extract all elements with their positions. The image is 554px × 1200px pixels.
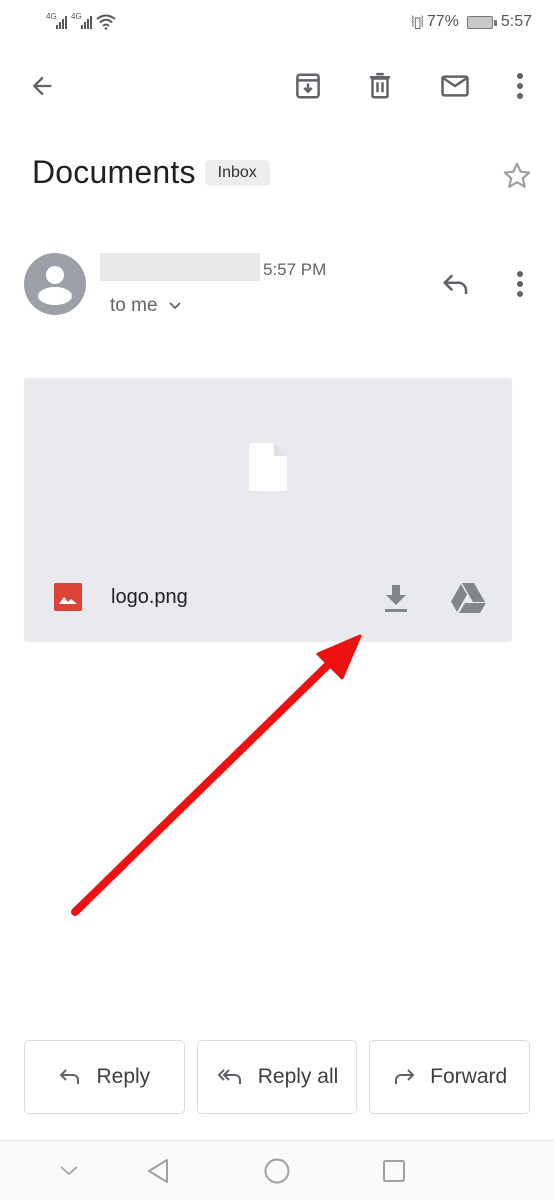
network-type-1: 4G	[46, 12, 57, 21]
forward-label: Forward	[430, 1065, 508, 1088]
image-file-icon	[54, 583, 82, 611]
network-type-2: 4G	[71, 12, 82, 21]
reply-all-label: Reply all	[257, 1065, 339, 1088]
battery-icon	[466, 15, 497, 29]
triangle-back-icon	[148, 1159, 168, 1183]
attachment-file-name: logo.png	[111, 586, 188, 608]
trash-icon	[370, 72, 390, 99]
reply-icon-button[interactable]	[434, 262, 478, 306]
more-options-button[interactable]	[498, 64, 542, 108]
download-icon	[385, 585, 407, 612]
reply-all-button[interactable]: Reply all	[196, 1040, 358, 1114]
app-bar	[0, 56, 554, 116]
attachment-card[interactable]: logo.png	[24, 378, 512, 641]
archive-button[interactable]	[286, 64, 330, 108]
arrow-back-icon	[32, 76, 52, 96]
nav-recents-button[interactable]	[378, 1155, 410, 1187]
wifi-icon	[96, 14, 116, 30]
forward-icon	[395, 1069, 415, 1084]
file-placeholder-icon	[249, 443, 287, 491]
google-drive-icon	[451, 583, 486, 613]
star-button[interactable]	[495, 154, 539, 198]
subject-row: Documents Inbox	[32, 154, 270, 191]
back-button[interactable]	[20, 64, 64, 108]
chevron-down-icon	[168, 302, 181, 310]
signal-icon-sim2: 4G	[71, 12, 92, 29]
vibrate-icon: ⦚▯⦚	[411, 14, 423, 31]
email-subject: Documents	[32, 154, 196, 190]
sent-time: 5:57 PM	[263, 260, 327, 279]
recipient-details-toggle[interactable]: to me	[110, 295, 182, 317]
sender-avatar[interactable]	[24, 253, 86, 315]
signal-icon-sim1: 4G	[46, 12, 67, 29]
person-icon	[38, 266, 72, 305]
hide-keyboard-button[interactable]	[53, 1155, 85, 1187]
circle-home-icon	[264, 1158, 290, 1184]
more-vert-icon	[517, 73, 523, 99]
forward-button[interactable]: Forward	[369, 1040, 531, 1114]
reply-icon	[442, 274, 468, 294]
mark-unread-button[interactable]	[433, 64, 477, 108]
battery-percent: 77%	[426, 13, 459, 30]
more-vert-icon	[517, 271, 523, 297]
label-chip[interactable]: Inbox	[204, 159, 270, 186]
action-buttons: Reply Reply all Forward	[24, 1040, 531, 1114]
reply-all-icon	[217, 1069, 241, 1084]
square-recents-icon	[383, 1160, 405, 1182]
system-nav-bar	[0, 1140, 554, 1200]
reply-icon	[60, 1069, 80, 1084]
chevron-down-icon	[60, 1166, 78, 1176]
nav-back-button[interactable]	[142, 1155, 174, 1187]
archive-icon	[296, 73, 320, 99]
save-to-drive-button[interactable]	[446, 576, 490, 620]
delete-button[interactable]	[358, 64, 402, 108]
sender-name-redacted	[100, 253, 260, 281]
nav-home-button[interactable]	[261, 1155, 293, 1187]
mail-icon	[441, 75, 469, 97]
reply-button[interactable]: Reply	[24, 1040, 185, 1114]
message-more-button[interactable]	[498, 262, 542, 306]
recipient-text: to me	[110, 295, 158, 316]
status-right: ⦚▯⦚ 77% 5:57	[411, 13, 532, 31]
star-icon	[503, 162, 531, 188]
download-button[interactable]	[374, 576, 418, 620]
reply-label: Reply	[96, 1065, 151, 1088]
status-left: 4G 4G	[46, 12, 116, 30]
status-time: 5:57	[500, 13, 532, 30]
status-bar: 4G 4G ⦚▯⦚ 77% 5:57	[0, 0, 554, 44]
